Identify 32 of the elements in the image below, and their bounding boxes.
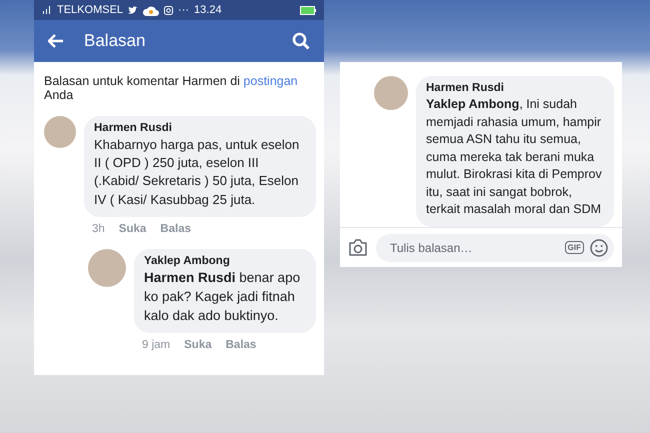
post-link[interactable]: postingan (243, 74, 298, 88)
avatar (374, 76, 408, 110)
comment-action-link[interactable]: Suka (184, 339, 212, 352)
replies-intro-text: Balasan untuk komentar Harmen di postingan Anda (43, 73, 299, 104)
author-name: Harmen Rusdi (94, 122, 173, 134)
avatar (44, 116, 76, 148)
gif-button[interactable]: GIF (564, 241, 584, 254)
battery-icon (300, 6, 316, 14)
bird-icon (128, 6, 138, 14)
comment-text: Harmen Rusdi benar apo ko pak? Kagek jadi fitnah kalo dak ado buktinyo. (144, 268, 302, 325)
emoji-icon[interactable] (590, 238, 608, 256)
search-icon[interactable] (292, 32, 310, 50)
camera-icon[interactable] (348, 239, 368, 256)
author-name: Harmen Rusdi (426, 82, 505, 94)
reply-input-field[interactable]: Tulis balasan… GIF (376, 234, 614, 262)
author-name: Yaklep Ambong (144, 254, 231, 267)
comment-action-link[interactable]: Balas (160, 222, 191, 235)
clock-time: 13.24 (194, 4, 223, 16)
screen-title: Balasan (84, 31, 146, 51)
comment-action-link[interactable]: Balas (226, 339, 256, 352)
comment-action-link[interactable]: Suka (118, 222, 146, 235)
comment-time: 9 jam (142, 339, 170, 352)
signal-icon (42, 5, 52, 15)
back-arrow-icon[interactable] (48, 34, 64, 48)
camera-icon (164, 6, 174, 14)
avatar (88, 248, 126, 287)
more-indicator: ··· (178, 4, 190, 16)
comment-text: Yaklep Ambong, Ini sudah memjadi rahasia umum, hampir semua ASN tahu itu semua, cuma mereka tak berani muka mulut. Birokrasi kita di Pemprov itu, saat ini sangat bobrok, terkait masalah moral dan SDM (426, 96, 603, 218)
carrier-name: TELKOMSEL (57, 4, 124, 16)
comment-time: 3h (92, 222, 105, 235)
comment-text: Khabarnyo harga pas, untuk eselon II ( OPD ) 250 juta, eselon III (.Kabid/ Sekretaris ) 50 juta, Eselon IV ( Kasi/ Kasubbag 25 juta. (94, 136, 300, 209)
cloud-icon (143, 4, 160, 16)
